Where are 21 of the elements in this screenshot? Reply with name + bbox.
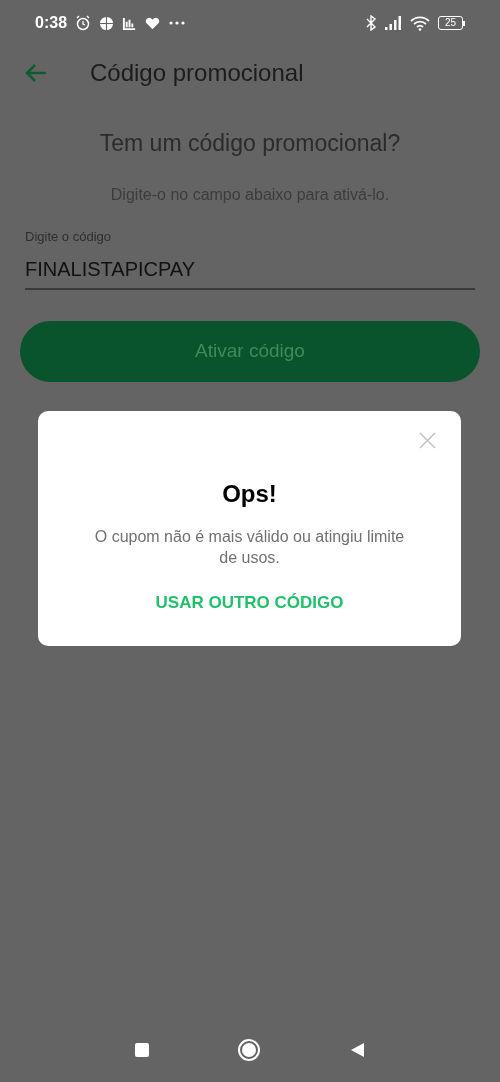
dialog-title: Ops! — [222, 479, 277, 509]
more-icon — [168, 20, 187, 26]
recents-icon[interactable] — [135, 1043, 149, 1057]
heart-icon — [145, 15, 161, 31]
ball-icon — [99, 15, 115, 31]
heading: Tem um código promocional? — [99, 129, 401, 158]
screen-title: Código promocional — [90, 58, 304, 88]
chart-icon — [122, 15, 138, 31]
home-icon[interactable] — [237, 1038, 261, 1062]
wifi-icon — [409, 15, 430, 31]
close-icon[interactable] — [419, 432, 436, 449]
alarm-icon — [75, 15, 92, 31]
status-time: 0:38 — [35, 13, 68, 33]
bluetooth-icon — [365, 15, 376, 31]
back-icon[interactable] — [349, 1042, 365, 1058]
dialog-message: O cupom não é mais válido ou atingiu limite de usos. — [93, 527, 406, 568]
activate-code-button[interactable]: Ativar código — [20, 321, 480, 382]
signal-icon — [383, 16, 402, 30]
back-arrow-icon[interactable] — [24, 63, 48, 83]
battery-indicator: 25 — [437, 16, 465, 30]
use-other-code-button[interactable]: USAR OUTRO CÓDIGO — [155, 590, 344, 616]
